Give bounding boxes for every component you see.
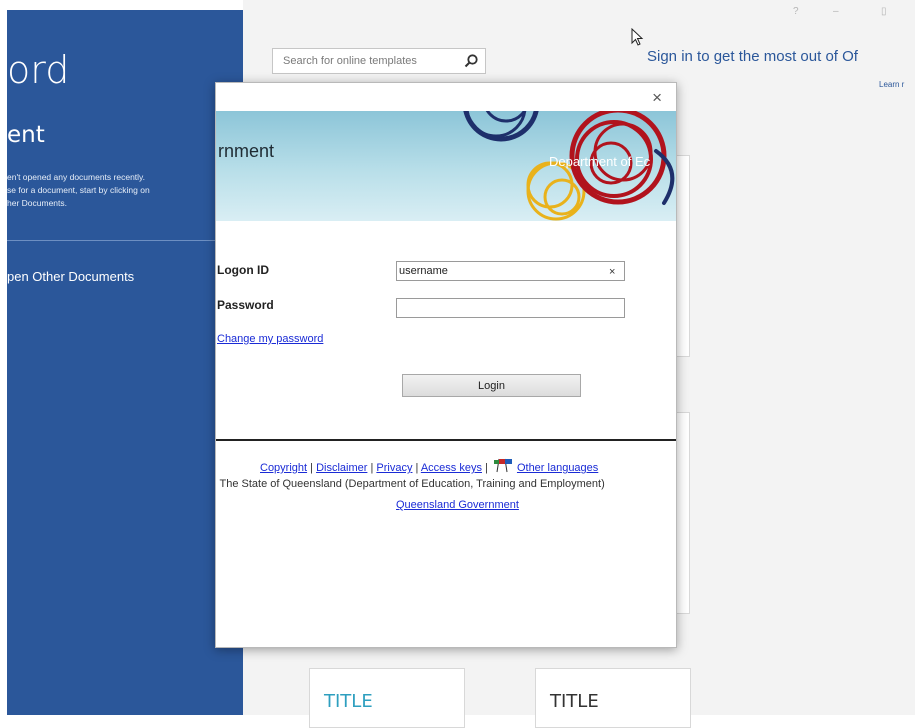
change-password-link[interactable]: Change my password (217, 333, 323, 345)
template-card[interactable]: TITLE (535, 668, 691, 728)
login-dialog: × rnment Department of Ec Logon ID × Pas… (215, 82, 677, 648)
logon-id-label: Logon ID (217, 263, 269, 277)
banner-department-name: Department of Ec (549, 154, 651, 169)
access-keys-link[interactable]: Access keys (421, 462, 482, 474)
recent-description-line: en't opened any documents recently. (7, 172, 146, 182)
copyright-link[interactable]: Copyright (260, 462, 307, 474)
signin-prompt[interactable]: Sign in to get the most out of Of (647, 48, 858, 65)
clear-field-icon[interactable]: × (609, 266, 615, 278)
mouse-cursor-icon (631, 28, 644, 46)
link-separator: | (481, 462, 491, 474)
template-search-input[interactable] (273, 49, 463, 73)
help-button[interactable]: ? (793, 6, 799, 17)
learn-more-link[interactable]: Learn r (879, 80, 904, 89)
login-button[interactable]: Login (402, 374, 581, 397)
window-controls: ? – ▯ (793, 6, 915, 20)
search-icon[interactable] (463, 53, 479, 69)
disclaimer-link[interactable]: Disclaimer (316, 462, 367, 474)
password-label: Password (217, 298, 274, 312)
restore-button[interactable]: ▯ (881, 6, 887, 17)
app-title: ord (7, 48, 70, 92)
recent-heading: ent (7, 122, 45, 148)
banner-title: rnment (218, 141, 275, 161)
link-separator: | (412, 462, 421, 474)
logon-id-field[interactable] (396, 261, 625, 281)
queensland-government-link[interactable]: Queensland Government (396, 499, 519, 511)
recent-description-line: se for a document, start by clicking on (7, 185, 150, 195)
left-divider (7, 240, 243, 241)
open-other-documents-link[interactable]: pen Other Documents (7, 269, 134, 284)
password-field[interactable] (396, 298, 625, 318)
close-icon[interactable]: × (652, 88, 662, 108)
privacy-link[interactable]: Privacy (376, 462, 412, 474)
template-card-title: TITLE (550, 691, 599, 712)
template-search-box[interactable] (272, 48, 486, 74)
other-languages-link[interactable]: Other languages (517, 462, 598, 474)
recent-description: en't opened any documents recently. se f… (7, 171, 237, 210)
footer-links: Copyright | Disclaimer | Privacy | Acces… (260, 457, 598, 474)
footer-divider (216, 439, 676, 441)
word-left-panel: ord ent en't opened any documents recent… (7, 10, 243, 715)
recent-description-line: her Documents. (7, 198, 67, 208)
link-separator: | (307, 462, 317, 474)
flags-icon (493, 458, 512, 473)
copyright-statement: ) The State of Queensland (Department of… (215, 478, 605, 490)
template-card-title: TITLE (324, 691, 373, 712)
template-card[interactable]: TITLE (309, 668, 465, 728)
minimize-button[interactable]: – (833, 6, 839, 17)
department-banner: rnment Department of Ec (216, 111, 676, 221)
